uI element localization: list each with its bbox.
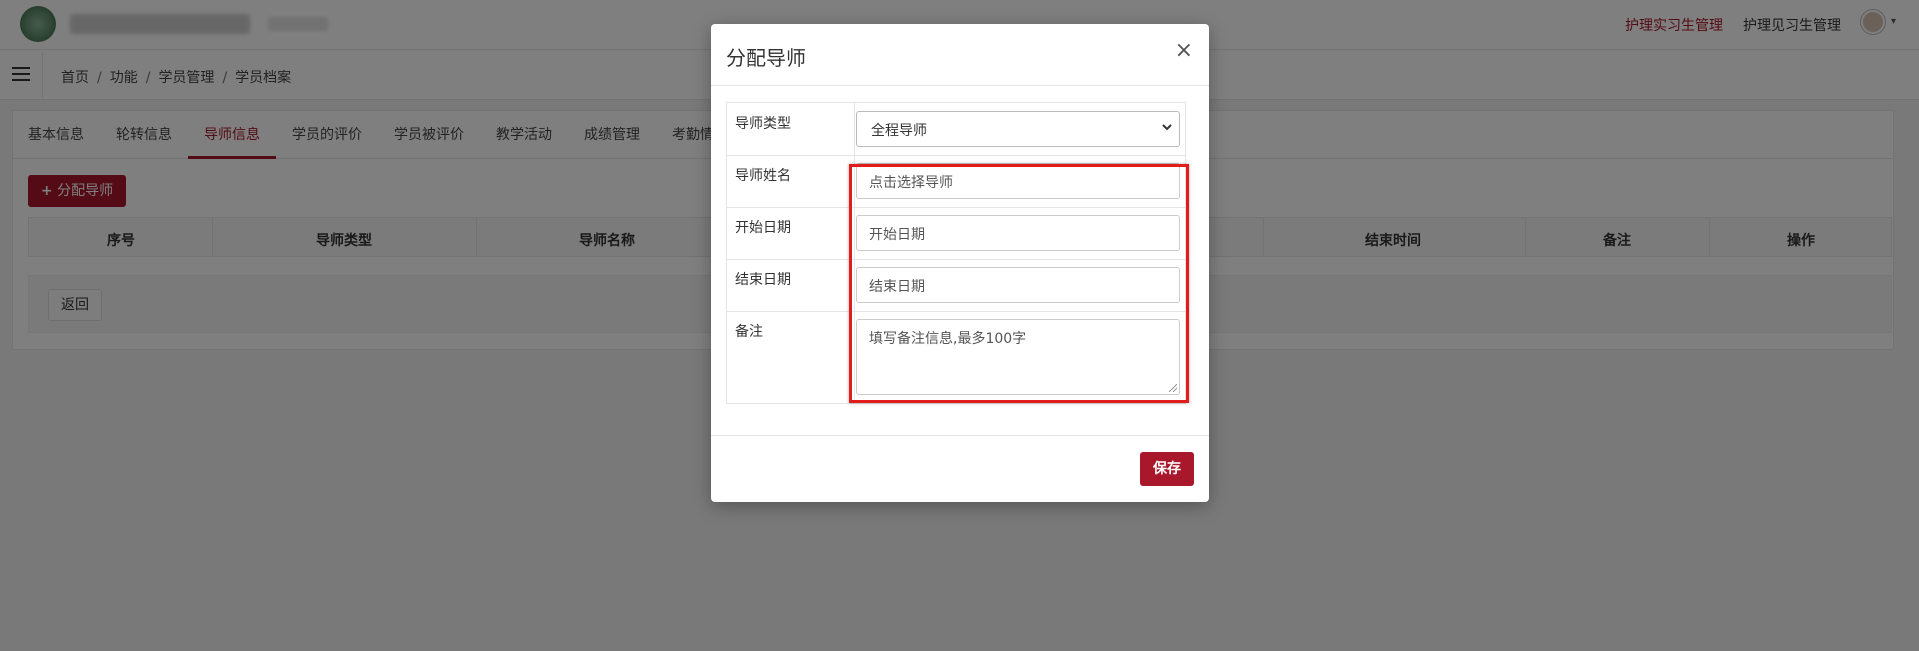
chevron-down-icon [1162,124,1172,131]
end-date-field[interactable]: 结束日期 [856,267,1180,303]
note-label: 备注 [735,324,763,340]
mentor-name-field[interactable]: 点击选择导师 [856,163,1180,199]
modal-header: 分配导师 × [711,24,1209,86]
start-date-label: 开始日期 [735,220,791,236]
column-divider [854,103,855,403]
end-date-label: 结束日期 [735,272,791,288]
modal-title: 分配导师 [726,46,806,70]
modal-footer-divider [711,435,1209,436]
note-textarea[interactable]: 填写备注信息,最多100字 [856,319,1180,395]
assign-mentor-modal: 分配导师 × 导师类型 导师姓名 开始日期 结束日期 备注 全程导师 点击选择导… [711,24,1209,502]
row-divider [727,259,1185,260]
row-divider [727,155,1185,156]
close-icon[interactable]: × [1175,38,1193,63]
mentor-name-label: 导师姓名 [735,168,791,184]
save-button[interactable]: 保存 [1140,452,1194,486]
start-date-field[interactable]: 开始日期 [856,215,1180,251]
note-placeholder: 填写备注信息,最多100字 [869,331,1027,347]
mentor-type-label: 导师类型 [735,116,791,132]
mentor-type-select[interactable]: 全程导师 [856,111,1180,147]
row-divider [727,207,1185,208]
mentor-type-selected-value: 全程导师 [871,123,927,139]
row-divider [727,311,1185,312]
resize-handle-icon[interactable] [1169,384,1177,392]
